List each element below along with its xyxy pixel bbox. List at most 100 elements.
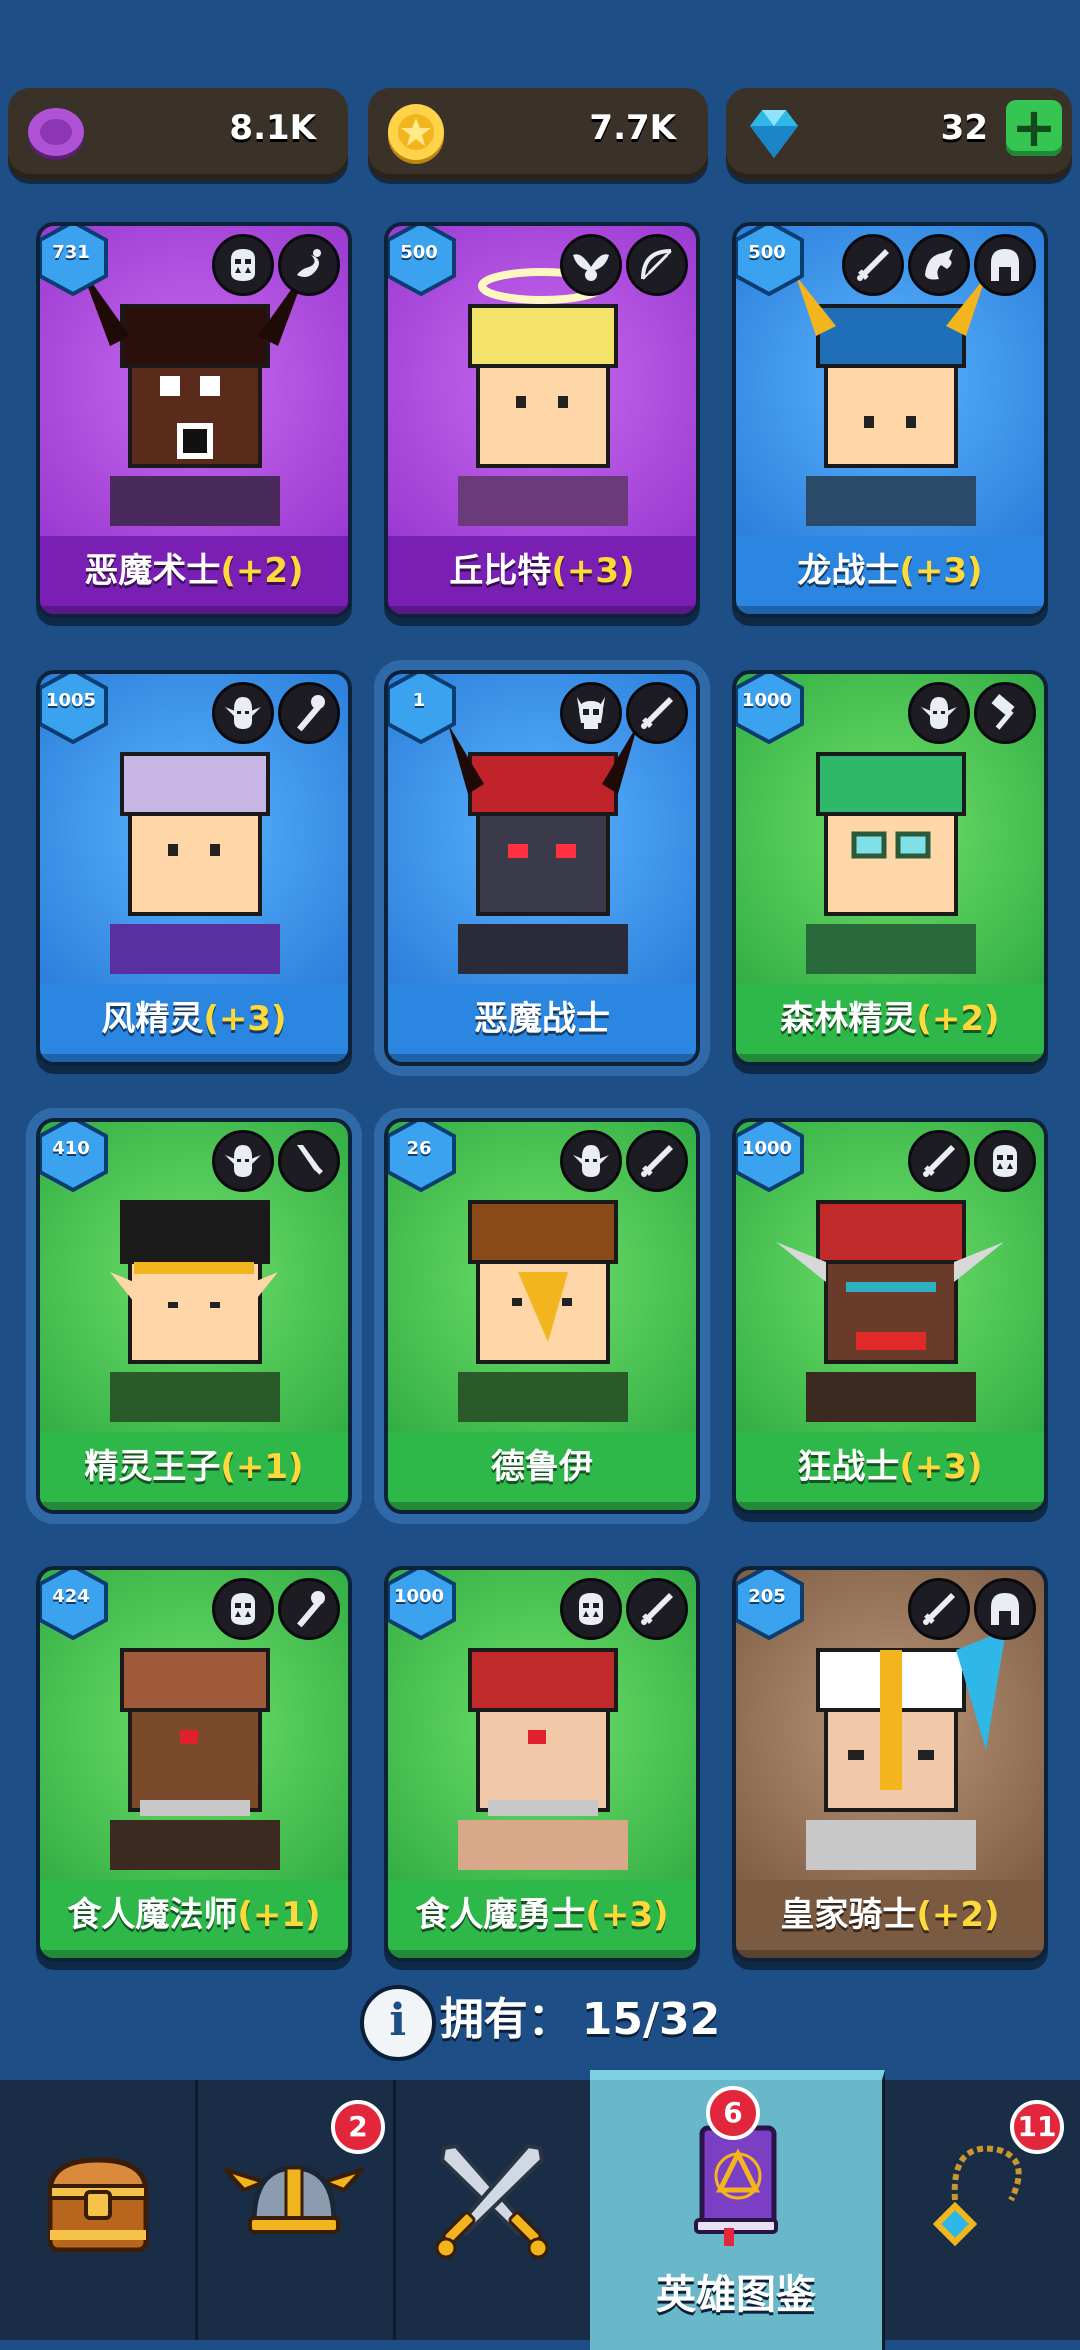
tab-chest[interactable] bbox=[0, 2080, 198, 2340]
hero-name: 德鲁伊 bbox=[491, 1447, 593, 1487]
class-icons bbox=[556, 1130, 688, 1192]
level-value: 205 bbox=[748, 1586, 786, 1607]
hero-bonus: (+2) bbox=[220, 551, 304, 591]
gem-icon bbox=[750, 110, 798, 158]
staff-icon bbox=[278, 682, 340, 744]
tab-items[interactable]: 11 bbox=[882, 2080, 1080, 2340]
hero-card[interactable]: 500★★★★★丘比特(+3) bbox=[384, 222, 700, 618]
tab-codex-label: 英雄图鉴 bbox=[656, 2272, 816, 2318]
hero-card[interactable]: 500★★★★★龙战士(+3) bbox=[732, 222, 1048, 618]
level-badge: 1000 bbox=[388, 1570, 460, 1642]
heroes-notification-badge: 2 bbox=[331, 2100, 385, 2154]
hero-card[interactable]: 205★★★★★皇家骑士(+2) bbox=[732, 1566, 1048, 1962]
orc-face-icon bbox=[560, 1578, 622, 1640]
level-badge: 410 bbox=[40, 1122, 112, 1194]
orc-face-icon bbox=[974, 1130, 1036, 1192]
elf-face-icon bbox=[560, 1130, 622, 1192]
orc-face-icon bbox=[212, 234, 274, 296]
level-value: 1000 bbox=[741, 1138, 793, 1159]
dragon-icon bbox=[908, 234, 970, 296]
class-icons bbox=[556, 1578, 688, 1640]
class-icons bbox=[208, 1578, 340, 1640]
gold-counter[interactable]: 7.7K bbox=[368, 88, 708, 180]
sword-icon bbox=[908, 1130, 970, 1192]
add-gems-button[interactable]: + bbox=[1006, 100, 1062, 156]
helmet-icon bbox=[974, 1578, 1036, 1640]
hero-bonus: (+3) bbox=[899, 1447, 983, 1487]
orc-face-icon bbox=[212, 1578, 274, 1640]
class-icons bbox=[904, 682, 1036, 744]
hammer-icon bbox=[974, 682, 1036, 744]
hero-card[interactable]: 1000★★★★★食人魔勇士(+3) bbox=[384, 1566, 700, 1962]
hero-name: 食人魔勇士 bbox=[415, 1895, 586, 1935]
treasure-chest-icon bbox=[46, 2157, 149, 2253]
level-badge: 731 bbox=[40, 226, 112, 298]
tab-codex[interactable]: 6 英雄图鉴 bbox=[590, 2070, 885, 2350]
hero-name-banner: 风精灵(+3) bbox=[40, 984, 348, 1062]
tab-heroes[interactable]: 2 bbox=[195, 2080, 396, 2340]
owned-summary: i 拥有： 15/32 bbox=[0, 1985, 1080, 2061]
level-value: 1000 bbox=[741, 690, 793, 711]
helmet-icon bbox=[974, 234, 1036, 296]
hero-name-banner: 龙战士(+3) bbox=[736, 536, 1044, 614]
level-badge: 500 bbox=[736, 226, 808, 298]
level-value: 500 bbox=[748, 242, 786, 263]
hero-name: 皇家骑士 bbox=[780, 1895, 917, 1935]
hero-name: 丘比特 bbox=[449, 551, 552, 591]
level-value: 410 bbox=[52, 1138, 90, 1159]
tab-battle[interactable] bbox=[393, 2080, 593, 2340]
info-icon[interactable]: i bbox=[359, 1985, 436, 2061]
hero-bonus: (+3) bbox=[203, 999, 287, 1039]
hero-bonus: (+2) bbox=[916, 999, 1000, 1039]
class-icons bbox=[838, 234, 1036, 296]
hero-card[interactable]: 1★★★★★恶魔战士 bbox=[374, 660, 710, 1076]
hero-name: 风精灵 bbox=[101, 999, 204, 1039]
class-icons bbox=[208, 682, 340, 744]
plus-icon: + bbox=[1011, 96, 1057, 159]
hero-name-banner: 恶魔术士(+2) bbox=[40, 536, 348, 614]
gold-value: 7.7K bbox=[589, 108, 676, 148]
level-value: 500 bbox=[400, 242, 438, 263]
hero-card[interactable]: 731★★★★★恶魔术士(+2) bbox=[36, 222, 352, 618]
class-icons bbox=[556, 234, 688, 296]
resource-bar: 8.1K 7.7K 32 + bbox=[8, 88, 1072, 184]
hero-card[interactable]: 1000★★★★★狂战士(+3) bbox=[732, 1118, 1048, 1514]
hero-card[interactable]: 26★★★★★德鲁伊 bbox=[374, 1108, 710, 1524]
hero-name: 恶魔战士 bbox=[474, 999, 610, 1039]
codex-notification-badge: 6 bbox=[706, 2086, 760, 2140]
class-icons bbox=[904, 1578, 1036, 1640]
hero-card[interactable]: 1000★★★★★森林精灵(+2) bbox=[732, 670, 1048, 1066]
hero-name-banner: 食人魔勇士(+3) bbox=[388, 1880, 696, 1958]
hero-name: 恶魔术士 bbox=[84, 551, 221, 591]
angel-wings-icon bbox=[560, 234, 622, 296]
level-value: 26 bbox=[406, 1138, 432, 1159]
owned-label: 拥有： bbox=[439, 1994, 572, 2045]
hero-bonus: (+1) bbox=[237, 1895, 321, 1935]
level-value: 424 bbox=[52, 1586, 90, 1607]
hero-card[interactable]: 1005★★★★★风精灵(+3) bbox=[36, 670, 352, 1066]
level-badge: 1005 bbox=[40, 674, 112, 746]
level-value: 731 bbox=[52, 242, 90, 263]
elixir-counter[interactable]: 8.1K bbox=[8, 88, 348, 180]
elf-face-icon bbox=[212, 682, 274, 744]
hero-name-banner: 森林精灵(+2) bbox=[736, 984, 1044, 1062]
hero-bonus: (+1) bbox=[220, 1447, 304, 1487]
hero-name: 食人魔法师 bbox=[67, 1895, 238, 1935]
hero-name-banner: 德鲁伊 bbox=[388, 1432, 696, 1510]
level-value: 1 bbox=[412, 690, 426, 711]
hero-name-banner: 恶魔战士 bbox=[388, 984, 696, 1062]
hero-name-banner: 狂战士(+3) bbox=[736, 1432, 1044, 1510]
gem-value: 32 bbox=[940, 108, 988, 148]
hero-card[interactable]: 424★★★★★食人魔法师(+1) bbox=[36, 1566, 352, 1962]
hero-bonus: (+2) bbox=[916, 1895, 1000, 1935]
gold-coin-icon bbox=[388, 104, 444, 164]
hero-card[interactable]: 410★★★★★精灵王子(+1) bbox=[26, 1108, 362, 1524]
elf-face-icon bbox=[908, 682, 970, 744]
sword-icon bbox=[626, 1130, 688, 1192]
hero-name-banner: 食人魔法师(+1) bbox=[40, 1880, 348, 1958]
sword-icon bbox=[908, 1578, 970, 1640]
level-badge: 424 bbox=[40, 1570, 112, 1642]
demon-skull-icon bbox=[560, 682, 622, 744]
winged-helmet-icon bbox=[224, 2165, 364, 2234]
level-badge: 26 bbox=[388, 1122, 460, 1194]
